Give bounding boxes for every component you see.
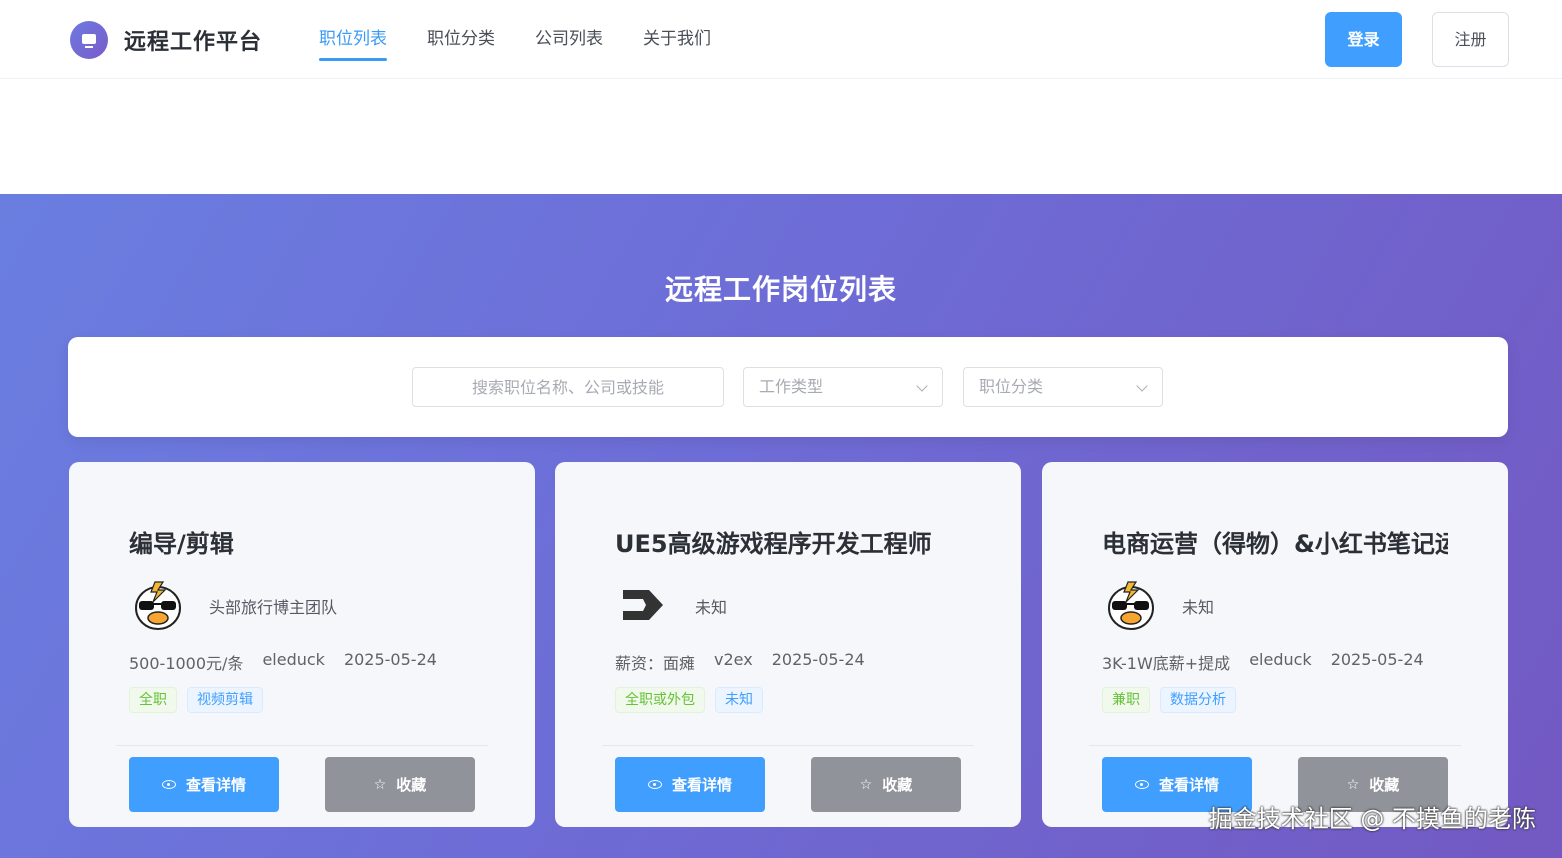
job-type-select[interactable]: 工作类型 bbox=[743, 367, 943, 407]
chevron-down-icon bbox=[916, 380, 928, 392]
post-date: 2025-05-24 bbox=[771, 650, 865, 669]
favorite-label: 收藏 bbox=[396, 776, 427, 794]
favorite-label: 收藏 bbox=[1369, 776, 1400, 794]
salary: 薪资：面瘫 bbox=[615, 654, 696, 673]
job-card[interactable]: UE5高级游戏程序开发工程师 未知 薪资：面瘫 v2ex 2025-05-24 … bbox=[555, 462, 1021, 827]
job-type-placeholder: 工作类型 bbox=[759, 377, 824, 396]
top-header: 远程工作平台 职位列表 职位分类 公司列表 关于我们 登录 注册 bbox=[0, 0, 1562, 79]
post-date: 2025-05-24 bbox=[1330, 650, 1424, 669]
divider bbox=[116, 745, 488, 746]
tag: 全职 bbox=[129, 687, 177, 713]
main-nav: 职位列表 职位分类 公司列表 关于我们 bbox=[319, 0, 751, 79]
company-name: 头部旅行博主团队 bbox=[209, 598, 338, 617]
job-card[interactable]: 电商运营（得物）&小红书笔记运营 未知 3K-1W底薪+提成 eleduck 2… bbox=[1042, 462, 1508, 827]
brand-name[interactable]: 远程工作平台 bbox=[124, 24, 262, 56]
view-detail-button[interactable]: 查看详情 bbox=[615, 757, 765, 812]
nav-categories[interactable]: 职位分类 bbox=[427, 0, 495, 79]
v2ex-logo-icon bbox=[623, 590, 663, 620]
company-name: 未知 bbox=[695, 598, 728, 617]
job-title[interactable]: 编导/剪辑 bbox=[129, 524, 475, 559]
chevron-down-icon bbox=[1136, 380, 1148, 392]
tag-list: 兼职 数据分析 bbox=[1102, 687, 1246, 713]
tag: 兼职 bbox=[1102, 687, 1150, 713]
salary: 500-1000元/条 bbox=[129, 654, 244, 673]
laptop-icon[interactable] bbox=[70, 21, 108, 59]
source: v2ex bbox=[714, 650, 753, 669]
page-title: 远程工作岗位列表 bbox=[664, 273, 897, 306]
register-button[interactable]: 注册 bbox=[1432, 12, 1509, 67]
watermark: 掘金技术社区 @ 不摸鱼的老陈 bbox=[1208, 805, 1536, 833]
view-detail-label: 查看详情 bbox=[1158, 776, 1219, 794]
hero-section: 远程工作岗位列表 工作类型 职位分类 编导/剪辑 头部旅行博主团队 500-10… bbox=[0, 194, 1562, 858]
job-title[interactable]: UE5高级游戏程序开发工程师 bbox=[615, 524, 961, 559]
eye-icon bbox=[1134, 780, 1149, 789]
job-meta: 3K-1W底薪+提成 eleduck 2025-05-24 bbox=[1102, 650, 1443, 674]
star-icon: ☆ bbox=[859, 776, 873, 793]
tag: 视频剪辑 bbox=[187, 687, 263, 713]
tag: 全职或外包 bbox=[615, 687, 705, 713]
source: eleduck bbox=[262, 650, 325, 669]
favorite-label: 收藏 bbox=[882, 776, 913, 794]
job-card[interactable]: 编导/剪辑 头部旅行博主团队 500-1000元/条 eleduck 2025-… bbox=[69, 462, 535, 827]
favorite-button[interactable]: ☆ 收藏 bbox=[325, 757, 475, 812]
divider bbox=[1089, 745, 1461, 746]
job-category-placeholder: 职位分类 bbox=[979, 377, 1044, 396]
divider bbox=[602, 745, 974, 746]
source: eleduck bbox=[1249, 650, 1312, 669]
nav-about[interactable]: 关于我们 bbox=[643, 0, 711, 79]
tag: 数据分析 bbox=[1160, 687, 1236, 713]
job-meta: 500-1000元/条 eleduck 2025-05-24 bbox=[129, 650, 456, 674]
eye-icon bbox=[647, 780, 662, 789]
job-meta: 薪资：面瘫 v2ex 2025-05-24 bbox=[615, 650, 884, 674]
company-name: 未知 bbox=[1182, 598, 1215, 617]
job-category-select[interactable]: 职位分类 bbox=[963, 367, 1163, 407]
favorite-button[interactable]: ☆ 收藏 bbox=[811, 757, 961, 812]
filter-panel: 工作类型 职位分类 bbox=[68, 337, 1508, 437]
star-icon: ☆ bbox=[1346, 776, 1360, 793]
tag-list: 全职 视频剪辑 bbox=[129, 687, 273, 713]
salary: 3K-1W底薪+提成 bbox=[1102, 654, 1231, 673]
job-title[interactable]: 电商运营（得物）&小红书笔记运营 bbox=[1102, 524, 1448, 559]
eye-icon bbox=[161, 780, 176, 789]
view-detail-button[interactable]: 查看详情 bbox=[129, 757, 279, 812]
tag-list: 全职或外包 未知 bbox=[615, 687, 773, 713]
view-detail-label: 查看详情 bbox=[185, 776, 246, 794]
duck-logo-icon bbox=[135, 581, 181, 630]
tag: 未知 bbox=[715, 687, 763, 713]
nav-jobs[interactable]: 职位列表 bbox=[319, 0, 387, 79]
nav-companies[interactable]: 公司列表 bbox=[535, 0, 603, 79]
duck-logo-icon bbox=[1108, 581, 1154, 630]
login-button[interactable]: 登录 bbox=[1325, 12, 1402, 67]
post-date: 2025-05-24 bbox=[343, 650, 437, 669]
view-detail-label: 查看详情 bbox=[671, 776, 732, 794]
star-icon: ☆ bbox=[373, 776, 387, 793]
search-input[interactable] bbox=[412, 367, 724, 407]
